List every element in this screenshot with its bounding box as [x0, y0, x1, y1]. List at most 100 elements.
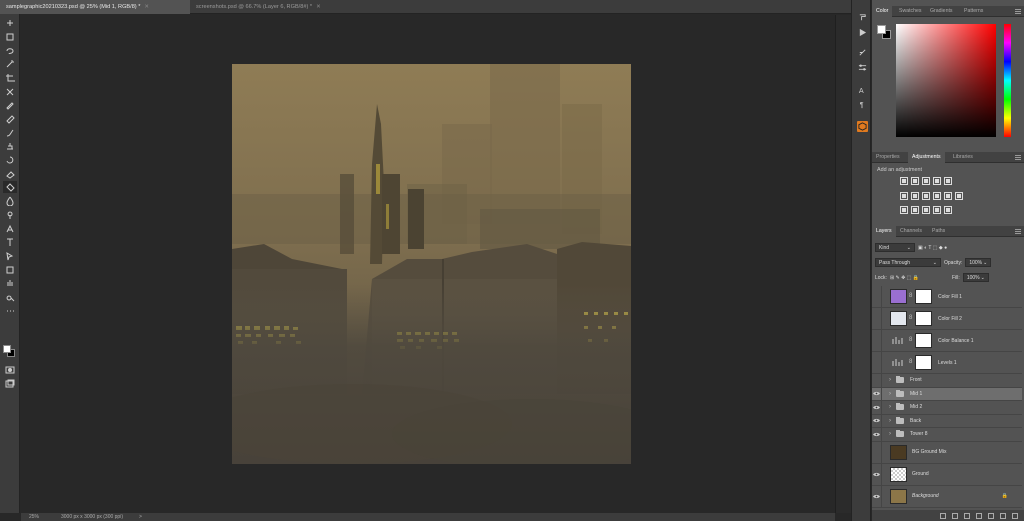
trash-icon[interactable] — [1012, 512, 1018, 519]
sliders-icon[interactable] — [857, 62, 868, 73]
path-selection-tool-icon[interactable] — [3, 250, 17, 262]
new-layer-icon[interactable] — [1000, 512, 1006, 519]
channel-mixer-icon[interactable] — [944, 192, 952, 200]
layer-row[interactable]: 8 Color Fill 2 — [872, 308, 1022, 330]
layer-row[interactable]: 8 Color Fill 1 — [872, 286, 1022, 308]
layer-row[interactable]: › Back — [872, 414, 1022, 428]
3d-cube-icon[interactable] — [857, 121, 868, 132]
color-field[interactable] — [896, 24, 996, 137]
link-layers-icon[interactable] — [940, 512, 946, 519]
rectangle-tool-icon[interactable] — [3, 264, 17, 276]
tab-layers[interactable]: Layers — [872, 226, 896, 237]
play-icon[interactable] — [857, 27, 868, 38]
link-icon[interactable]: 8 — [909, 315, 912, 321]
tab-gradients[interactable]: Gradients — [926, 6, 957, 17]
fx-icon[interactable] — [952, 512, 958, 519]
tab-patterns[interactable]: Patterns — [960, 6, 987, 17]
filter-icons[interactable]: ▣ ◐ T ⬚ ◆ ● — [918, 245, 947, 251]
blur-tool-icon[interactable] — [3, 195, 17, 207]
history-brush-tool-icon[interactable] — [3, 154, 17, 166]
opacity-input[interactable]: 100% ⌄ — [965, 258, 992, 267]
visibility-eye-icon[interactable] — [872, 401, 882, 414]
invert-icon[interactable] — [900, 206, 908, 214]
close-icon[interactable]: ✕ — [144, 4, 149, 10]
mask-thumbnail[interactable] — [915, 355, 932, 370]
selective-color-icon[interactable] — [944, 206, 952, 214]
quick-mask-icon[interactable] — [3, 364, 17, 376]
layer-row[interactable]: Background 🔒 — [872, 485, 1022, 508]
visibility-eye-icon[interactable] — [872, 441, 882, 463]
visibility-eye-icon[interactable] — [872, 485, 882, 507]
tab-swatches[interactable]: Swatches — [895, 6, 926, 17]
pen-tool-icon[interactable] — [3, 223, 17, 235]
vibrance-icon[interactable] — [944, 177, 952, 185]
screen-mode-icon[interactable] — [3, 378, 17, 390]
document-canvas[interactable] — [232, 64, 631, 464]
black-white-icon[interactable] — [922, 192, 930, 200]
link-icon[interactable]: 8 — [909, 293, 912, 299]
layer-row[interactable]: 8 Levels 1 — [872, 352, 1022, 374]
status-arrow-icon[interactable]: > — [139, 513, 142, 521]
clone-stamp-tool-icon[interactable] — [3, 140, 17, 152]
adjustment-layer-icon[interactable] — [976, 512, 982, 519]
chevron-right-icon[interactable]: › — [889, 418, 891, 424]
history-icon[interactable] — [857, 12, 868, 23]
eyedropper-tool-icon[interactable] — [3, 99, 17, 111]
layer-row[interactable]: › Mid 2 — [872, 401, 1022, 415]
visibility-eye-icon[interactable] — [872, 352, 882, 373]
vertical-scrollbar[interactable] — [835, 15, 851, 513]
tab-properties[interactable]: Properties — [872, 152, 904, 163]
curves-icon[interactable] — [922, 177, 930, 185]
crop-tool-icon[interactable] — [3, 72, 17, 84]
visibility-eye-icon[interactable] — [872, 374, 882, 387]
mask-thumbnail[interactable] — [915, 333, 932, 348]
lasso-tool-icon[interactable] — [3, 44, 17, 56]
hand-tool-icon[interactable] — [3, 277, 17, 289]
tab-libraries[interactable]: Libraries — [949, 152, 977, 163]
tab-channels[interactable]: Channels — [896, 226, 926, 237]
panel-menu-icon[interactable] — [1015, 229, 1021, 234]
move-tool-icon[interactable] — [3, 17, 17, 29]
gradient-map-icon[interactable] — [933, 206, 941, 214]
chevron-right-icon[interactable]: › — [889, 404, 891, 410]
layer-row[interactable]: › Tower 8 — [872, 428, 1022, 442]
link-icon[interactable]: 8 — [909, 359, 912, 365]
visibility-eye-icon[interactable] — [872, 428, 882, 441]
layer-row[interactable]: Ground — [872, 463, 1022, 486]
tab-adjustments[interactable]: Adjustments — [908, 152, 945, 163]
photo-filter-icon[interactable] — [933, 192, 941, 200]
link-icon[interactable]: 8 — [909, 337, 912, 343]
paint-bucket-tool-icon[interactable] — [3, 181, 17, 194]
healing-brush-tool-icon[interactable] — [3, 113, 17, 125]
zoom-level[interactable]: 25% — [29, 513, 39, 521]
magic-wand-tool-icon[interactable] — [3, 58, 17, 70]
visibility-eye-icon[interactable] — [872, 286, 882, 307]
zoom-tool-icon[interactable] — [3, 291, 17, 303]
panel-menu-icon[interactable] — [1015, 9, 1021, 14]
visibility-eye-icon[interactable] — [872, 387, 882, 400]
type-tool-icon[interactable] — [3, 236, 17, 248]
new-group-icon[interactable] — [988, 512, 994, 519]
color-lookup-icon[interactable] — [955, 192, 963, 200]
dodge-tool-icon[interactable] — [3, 209, 17, 221]
hue-saturation-icon[interactable] — [900, 192, 908, 200]
color-balance-icon[interactable] — [911, 192, 919, 200]
chevron-right-icon[interactable]: › — [889, 431, 891, 437]
character-icon[interactable]: A — [857, 85, 868, 96]
visibility-eye-icon[interactable] — [872, 330, 882, 351]
paragraph-icon[interactable]: ¶ — [857, 99, 868, 110]
layer-row[interactable]: › Front — [872, 374, 1022, 388]
brush-settings-icon[interactable] — [857, 47, 868, 58]
layer-row[interactable]: BG Ground Mix — [872, 441, 1022, 464]
chevron-right-icon[interactable]: › — [889, 391, 891, 397]
panel-menu-icon[interactable] — [1015, 155, 1021, 160]
layer-filter-select[interactable]: Kind ⌄ — [875, 243, 915, 252]
frame-tool-icon[interactable] — [3, 86, 17, 98]
brightness-contrast-icon[interactable] — [900, 177, 908, 185]
mask-thumbnail[interactable] — [915, 289, 932, 304]
hue-slider[interactable] — [1004, 24, 1011, 137]
visibility-eye-icon[interactable] — [872, 308, 882, 329]
more-tools-tool-icon[interactable] — [3, 305, 17, 317]
threshold-icon[interactable] — [922, 206, 930, 214]
brush-tool-icon[interactable] — [3, 127, 17, 139]
